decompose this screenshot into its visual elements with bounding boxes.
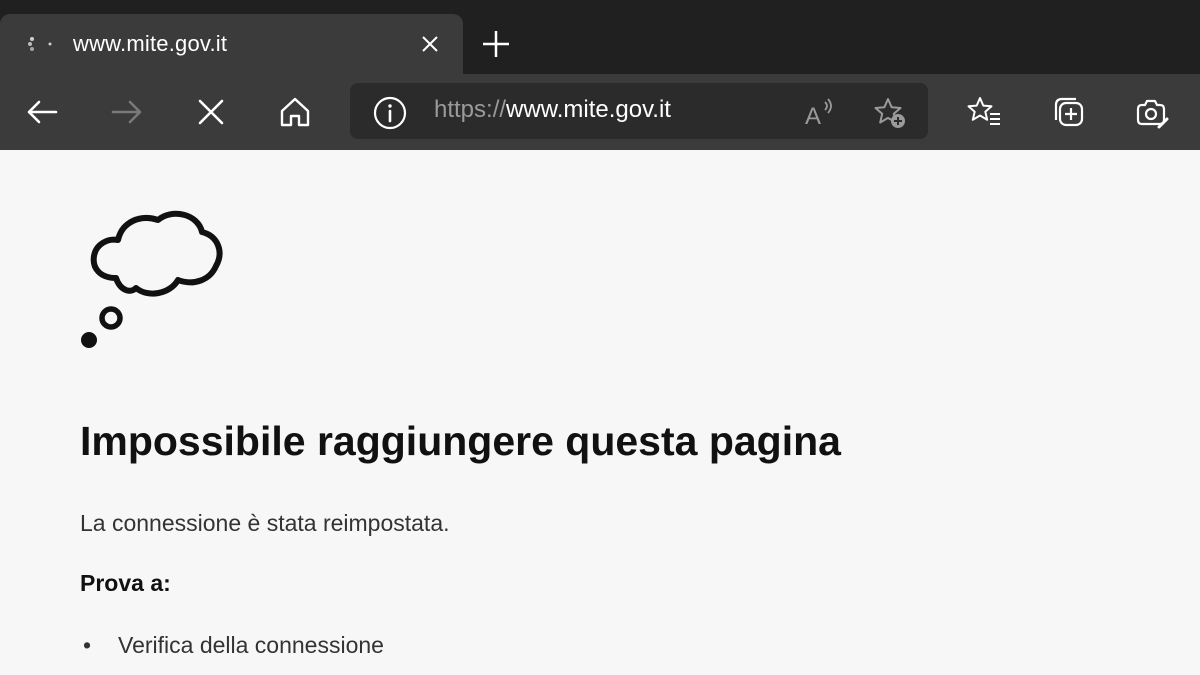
- web-capture-icon[interactable]: [1133, 94, 1169, 130]
- error-title: Impossibile raggiungere questa pagina: [80, 418, 841, 464]
- collections-icon[interactable]: [1050, 94, 1086, 130]
- tab-title: www.mite.gov.it: [73, 31, 228, 56]
- loading-spinner-icon: [20, 32, 60, 56]
- info-icon[interactable]: [372, 95, 408, 131]
- browser-toolbar: https://www.mite.gov.it A: [0, 74, 1200, 150]
- suggestion-item: • Verifica della connessione: [80, 632, 384, 659]
- browser-tab[interactable]: www.mite.gov.it: [0, 14, 463, 74]
- read-aloud-icon[interactable]: A: [802, 95, 838, 131]
- url-scheme: https://: [434, 96, 507, 123]
- bullet: •: [83, 632, 92, 658]
- url-host: www.mite.gov.it: [506, 96, 671, 123]
- thought-cloud-icon: [78, 208, 224, 354]
- suggestion-text: Verifica della connessione: [118, 632, 384, 658]
- try-label: Prova a:: [80, 570, 171, 596]
- add-favorite-icon[interactable]: [872, 95, 908, 131]
- address-bar[interactable]: https://www.mite.gov.it A: [350, 83, 928, 139]
- svg-text:A: A: [805, 103, 821, 130]
- tab-strip: www.mite.gov.it: [0, 0, 1200, 74]
- error-page: Impossibile raggiungere questa pagina La…: [0, 150, 1200, 675]
- close-icon[interactable]: [418, 32, 442, 56]
- forward-arrow-icon[interactable]: [109, 94, 145, 130]
- suggestions-list: • Verifica della connessione: [80, 632, 384, 659]
- stop-icon[interactable]: [193, 94, 229, 130]
- home-icon[interactable]: [277, 94, 313, 130]
- error-message: La connessione è stata reimpostata.: [80, 510, 450, 536]
- back-arrow-icon[interactable]: [24, 94, 60, 130]
- favorites-icon[interactable]: [966, 94, 1002, 130]
- url-text[interactable]: https://www.mite.gov.it: [434, 96, 671, 124]
- plus-icon[interactable]: [480, 28, 512, 60]
